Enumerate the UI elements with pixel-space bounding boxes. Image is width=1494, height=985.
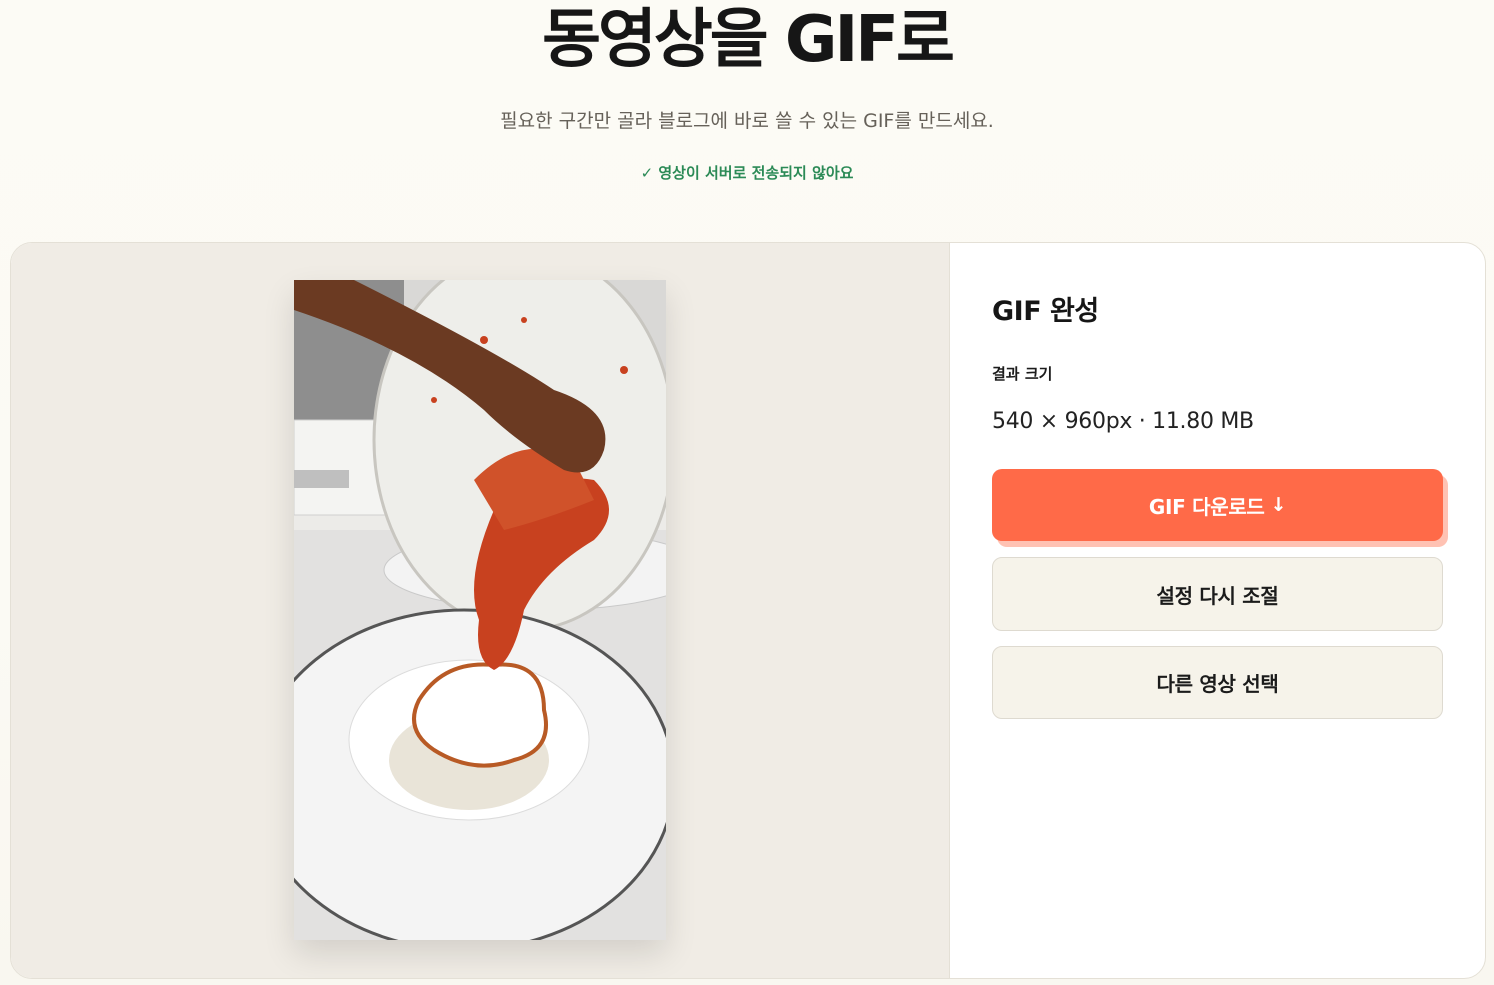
gif-preview-illustration: [294, 280, 666, 940]
result-panel: GIF 완성 결과 크기 540 × 960px · 11.80 MB GIF …: [951, 243, 1485, 978]
download-gif-button[interactable]: GIF 다운로드 ↓: [992, 469, 1443, 541]
download-gif-label: GIF 다운로드: [1148, 494, 1265, 519]
readjust-settings-button[interactable]: 설정 다시 조절: [992, 557, 1443, 631]
page-subtitle: 필요한 구간만 골라 블로그에 바로 쓸 수 있는 GIF를 만드세요.: [500, 110, 994, 132]
page-title: 동영상을 GIF로: [542, 3, 955, 77]
preview-pane: [11, 243, 950, 978]
privacy-note: ✓ 영상이 서버로 전송되지 않아요: [640, 164, 854, 182]
result-size-label: 결과 크기: [992, 365, 1053, 383]
result-card: GIF 완성 결과 크기 540 × 960px · 11.80 MB GIF …: [10, 242, 1486, 979]
gif-preview-image: [294, 280, 666, 940]
result-title: GIF 완성: [992, 296, 1099, 327]
result-size-value: 540 × 960px · 11.80 MB: [992, 409, 1254, 434]
select-other-video-button[interactable]: 다른 영상 선택: [992, 646, 1443, 719]
download-arrow-icon: ↓: [1270, 494, 1287, 516]
